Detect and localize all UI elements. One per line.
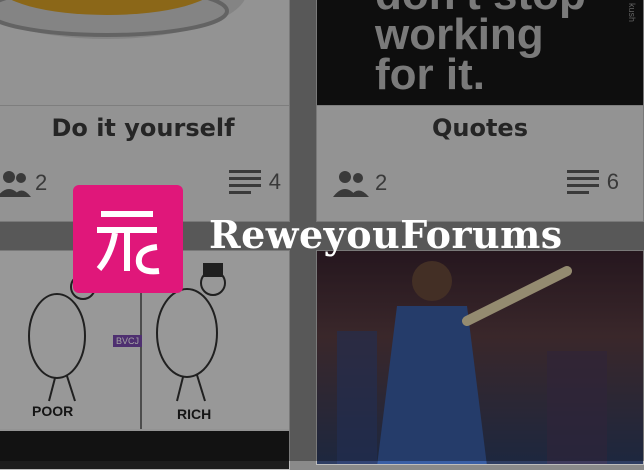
app-logo-tile [73,185,183,293]
reweyou-logo-icon [96,211,160,275]
brand-name: ReweyouForums [209,212,563,257]
